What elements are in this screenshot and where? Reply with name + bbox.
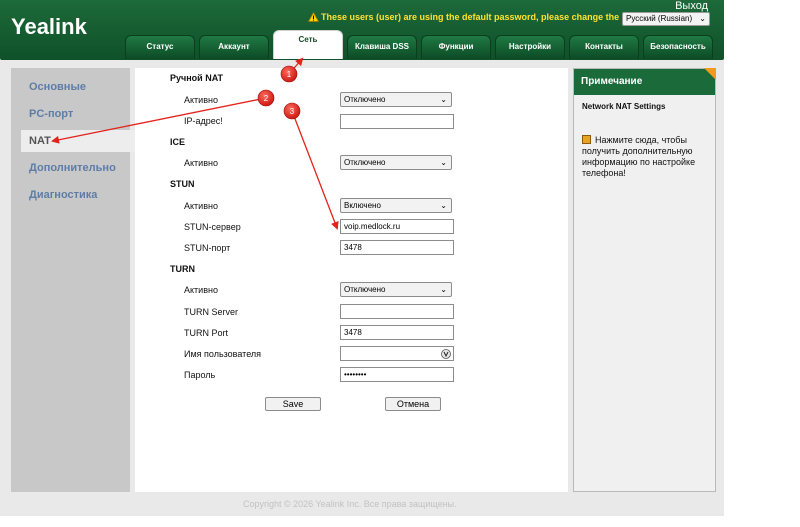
password-warning: These users (user) are using the default… [308,12,667,22]
section-ice: ICE [170,137,186,147]
header: Yealink Выход These users (user) are usi… [0,0,724,60]
ice-active-label: Активно [184,158,218,168]
section-turn: TURN [170,264,195,274]
chevron-down-icon: ⌄ [440,95,447,104]
sidebar-item-advanced[interactable]: Дополнительно [29,162,116,174]
stun-server-input[interactable]: voip.medlock.ru [340,219,454,234]
stun-port-label: STUN-порт [184,243,231,253]
turn-password-input[interactable]: •••••••• [340,367,454,382]
turn-username-label: Имя пользователя [184,349,262,359]
footer-copyright: Copyright © 2026 Yealink Inc. Все права … [243,499,457,509]
help-icon [582,135,591,144]
manual-nat-ip-input[interactable] [340,114,454,129]
yealink-logo: Yealink [11,14,87,39]
chevron-down-icon: ⌄ [699,14,706,23]
ice-active-value: Отключено [344,158,386,167]
tab-features[interactable]: Функции [421,35,491,59]
language-select[interactable]: Русский (Russian) ⌄ [622,12,710,26]
chevron-down-icon: ⌄ [440,158,447,167]
main-tabs: Статус Аккаунт Сеть Клавиша DSS Функции … [125,30,717,60]
note-title: Network NAT Settings [582,102,666,111]
warning-text: These users (user) are using the default… [321,12,667,22]
chevron-down-icon: ⌄ [440,201,447,210]
turn-username-input[interactable] [340,346,454,361]
stun-port-input[interactable]: 3478 [340,240,454,255]
sidebar: Основные PC-порт NAT Дополнительно Диагн… [11,68,140,492]
stun-active-value: Включено [344,201,381,210]
section-manual-nat: Ручной NAT [170,73,224,83]
turn-password-label: Пароль [184,370,216,380]
language-value: Русский (Russian) [626,14,693,23]
tab-status[interactable]: Статус [125,35,195,59]
nat-settings-form: Ручной NAT Активно Отключено ⌄ IP-адрес!… [135,68,568,492]
note-help-link[interactable]: Нажмите сюда, чтобы получить дополнитель… [582,135,710,179]
note-corner-fold [704,68,716,80]
turn-active-label: Активно [184,285,218,295]
password-manager-icon[interactable] [441,349,451,359]
turn-server-input[interactable] [340,304,454,319]
warning-icon [308,12,319,22]
logout-link[interactable]: Выход [675,0,708,12]
note-help-text: Нажмите сюда, чтобы получить дополнитель… [582,135,696,178]
cancel-button[interactable]: Отмена [385,397,441,411]
tab-security[interactable]: Безопасность [643,35,713,59]
sidebar-item-basic[interactable]: Основные [29,81,86,93]
tab-account[interactable]: Аккаунт [199,35,269,59]
stun-active-label: Активно [184,201,218,211]
stun-server-label: STUN-сервер [184,222,241,232]
tab-network[interactable]: Сеть [273,30,343,59]
turn-port-input[interactable]: 3478 [340,325,454,340]
turn-server-label: TURN Server [184,307,239,317]
note-header: Примечание [574,69,715,95]
chevron-down-icon: ⌄ [440,285,447,294]
save-button[interactable]: Save [265,397,321,411]
section-stun: STUN [170,179,195,189]
stun-active-select[interactable]: Включено ⌄ [340,198,452,213]
manual-nat-ip-label: IP-адрес! [184,116,223,126]
ice-active-select[interactable]: Отключено ⌄ [340,155,452,170]
manual-nat-active-select[interactable]: Отключено ⌄ [340,92,452,107]
manual-nat-active-value: Отключено [344,95,386,104]
turn-active-value: Отключено [344,285,386,294]
turn-port-label: TURN Port [184,328,229,338]
app-frame: Yealink Выход These users (user) are usi… [0,0,724,516]
tab-contacts[interactable]: Контакты [569,35,639,59]
sidebar-item-diagnostics[interactable]: Диагностика [29,189,97,201]
turn-active-select[interactable]: Отключено ⌄ [340,282,452,297]
sidebar-item-pc-port[interactable]: PC-порт [29,108,73,120]
note-panel: Примечание Network NAT Settings Нажмите … [573,68,716,492]
tab-dss-key[interactable]: Клавиша DSS [347,35,417,59]
sidebar-item-nat[interactable]: NAT [21,130,140,152]
manual-nat-active-label: Активно [184,95,218,105]
tab-settings[interactable]: Настройки [495,35,565,59]
